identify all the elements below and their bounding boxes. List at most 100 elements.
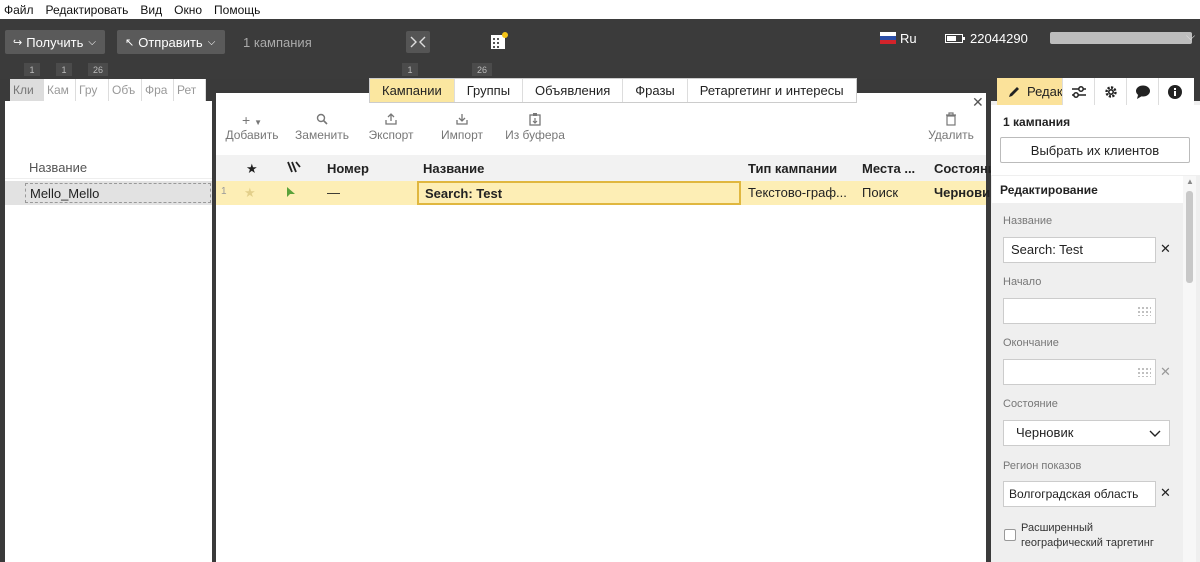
tab-edit[interactable]: Редак [997, 78, 1063, 105]
clear-end-date-icon[interactable]: ✕ [1160, 364, 1171, 380]
count-badge: 1 [56, 63, 72, 76]
campaign-count: 1 кампания [243, 35, 312, 50]
state-icon[interactable] [286, 160, 302, 177]
comment-icon[interactable] [1127, 78, 1159, 105]
table-header: ★ Номер Название Тип кампании Места ... … [216, 155, 996, 181]
add-label: Добавить [225, 128, 279, 142]
star-icon[interactable]: ★ [246, 161, 258, 177]
clear-region-icon[interactable]: ✕ [1160, 485, 1171, 501]
close-icon[interactable]: ✕ [972, 94, 984, 111]
flag-icon [286, 186, 296, 201]
column-name[interactable]: Название [423, 161, 484, 176]
column-type[interactable]: Тип кампании [748, 161, 837, 176]
menu-help[interactable]: Помощь [214, 3, 260, 17]
start-label: Начало [1003, 276, 1042, 288]
send-label: Отправить [138, 34, 203, 50]
trash-icon [927, 112, 975, 128]
tab-retargeting[interactable]: Рет [174, 79, 206, 101]
menu-window[interactable]: Окно [174, 3, 202, 17]
info-icon[interactable] [1159, 78, 1191, 105]
start-date-input[interactable] [1003, 298, 1156, 324]
tab-groups-main[interactable]: Группы [455, 79, 524, 102]
gear-icon[interactable] [1095, 78, 1127, 105]
tab-phrases-main[interactable]: Фразы [623, 79, 688, 102]
client-name[interactable]: Mello_Mello [25, 183, 211, 203]
sliders-icon[interactable] [1063, 78, 1095, 105]
clear-name-icon[interactable]: ✕ [1160, 241, 1171, 257]
tab-groups[interactable]: Гру [76, 79, 109, 101]
campaign-state: Чернови [934, 185, 991, 200]
center-tabs: Кампании Группы Объявления Фразы Ретарге… [369, 78, 857, 103]
chevron-down-icon[interactable]: ⌵ [1186, 29, 1195, 44]
menu-view[interactable]: Вид [140, 3, 162, 17]
send-button[interactable]: ↖ Отправить ⌵ [117, 30, 225, 54]
state-select-value: Черновик [1016, 425, 1074, 440]
clients-column-header[interactable]: Название [5, 155, 212, 179]
tab-campaigns[interactable]: Кам [44, 79, 76, 101]
from-buffer-label: Из буфера [505, 128, 565, 142]
delete-button[interactable]: Удалить [927, 112, 975, 146]
count-badge: 26 [472, 63, 492, 76]
tab-edit-label: Редак [1027, 84, 1063, 99]
menu-edit[interactable]: Редактировать [46, 3, 129, 17]
campaign-number: — [327, 185, 340, 200]
campaign-type: Текстово-граф... [748, 185, 847, 200]
state-select[interactable]: Черновик [1003, 420, 1170, 446]
export-label: Экспорт [368, 128, 414, 142]
calendar-icon[interactable] [1137, 306, 1151, 316]
tab-clients[interactable]: Кли [10, 79, 44, 101]
count-badge: 1 [402, 63, 418, 76]
notes-icon[interactable] [486, 30, 510, 52]
list-item[interactable]: Mello_Mello [5, 181, 212, 205]
tab-ads[interactable]: Объ [109, 79, 142, 101]
left-tabs: Кли Кам Гру Объ Фра Рет [10, 79, 206, 101]
replace-button[interactable]: Заменить [293, 112, 351, 146]
replace-label: Заменить [295, 128, 349, 142]
scrollbar[interactable]: ▲ [1183, 176, 1196, 562]
from-buffer-button[interactable]: Из буфера [503, 112, 567, 146]
tab-ads-main[interactable]: Объявления [523, 79, 624, 102]
star-icon[interactable]: ★ [244, 185, 256, 201]
column-number[interactable]: Номер [327, 161, 369, 176]
table-row[interactable]: 1 ★ — Search: Test Текстово-граф... Поис… [216, 181, 990, 205]
send-icon: ↖ [125, 36, 135, 49]
selection-count: 1 кампания [1003, 115, 1071, 129]
column-state[interactable]: Состояни [934, 161, 996, 176]
column-places[interactable]: Места ... [862, 161, 915, 176]
campaign-name-cell[interactable]: Search: Test [417, 181, 741, 205]
menu-file[interactable]: Файл [4, 3, 34, 17]
account-selector[interactable] [1050, 32, 1192, 44]
clipboard-icon [503, 112, 567, 128]
collapse-panels-icon[interactable] [406, 31, 430, 53]
region-input[interactable]: Волгоградская область [1003, 481, 1156, 507]
main-toolbar: ↪ Получить ⌵ ↖ Отправить ⌵ 1 кампания Ru… [0, 19, 1200, 79]
plus-icon: + ▼ [242, 112, 262, 128]
calendar-icon[interactable] [1137, 367, 1151, 377]
delete-label: Удалить [928, 128, 974, 142]
import-button[interactable]: Импорт [439, 112, 485, 146]
language-selector[interactable]: Ru [900, 31, 917, 46]
extended-geo-label: Расширенный географический таргетинг [1021, 522, 1154, 549]
receive-label: Получить [26, 34, 84, 50]
tab-campaigns-main[interactable]: Кампании [370, 79, 455, 102]
campaign-places: Поиск [862, 185, 899, 200]
import-label: Импорт [441, 128, 483, 142]
add-button[interactable]: + ▼ Добавить [224, 112, 280, 146]
tab-phrases[interactable]: Фра [142, 79, 174, 101]
count-badge: 26 [88, 63, 108, 76]
end-date-input[interactable] [1003, 359, 1156, 385]
scrollbar-thumb[interactable] [1186, 191, 1193, 283]
select-clients-button[interactable]: Выбрать их клиентов [1000, 137, 1190, 163]
scroll-up-icon[interactable]: ▲ [1186, 177, 1194, 186]
name-input[interactable]: Search: Test [1003, 237, 1156, 263]
export-button[interactable]: Экспорт [366, 112, 416, 146]
name-label: Название [1003, 215, 1053, 227]
receive-button[interactable]: ↪ Получить ⌵ [5, 30, 105, 54]
right-tabs: Редак [997, 78, 1194, 105]
region-label: Регион показов [1003, 460, 1082, 472]
tab-retargeting-main[interactable]: Ретаргетинг и интересы [688, 79, 856, 102]
extended-geo-checkbox[interactable] [1004, 529, 1016, 541]
state-label: Состояние [1003, 398, 1058, 410]
balance-icon [945, 34, 965, 43]
count-badge: 1 [24, 63, 40, 76]
